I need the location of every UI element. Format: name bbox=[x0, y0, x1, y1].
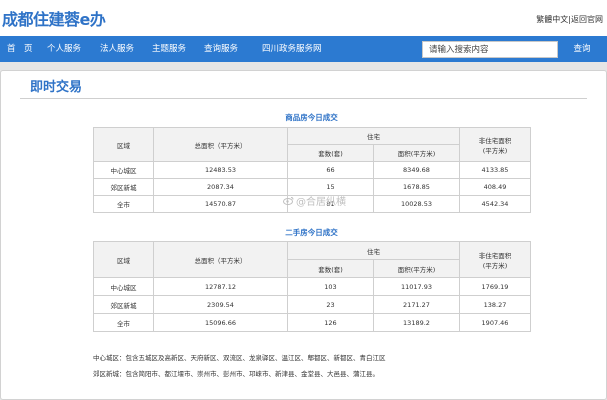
language-links: 繁體中文|返回官网 bbox=[536, 14, 603, 25]
cell-units: 66 bbox=[287, 161, 374, 179]
cell-non-residential: 1907.46 bbox=[459, 313, 531, 332]
cell-non-residential: 4542.34 bbox=[459, 195, 531, 213]
title-divider bbox=[20, 98, 587, 99]
cell-area: 8349.68 bbox=[373, 161, 460, 179]
header-non-residential: 非住宅面积 (平方米) bbox=[459, 241, 531, 278]
new-housing-title: 商品房今日成交 bbox=[285, 113, 338, 122]
traditional-chinese-link[interactable]: 繁體中文 bbox=[536, 15, 568, 24]
header-region: 区域 bbox=[93, 127, 154, 162]
nav-item-topic-service[interactable]: 主题服务 bbox=[152, 36, 186, 62]
weibo-icon bbox=[283, 196, 294, 208]
nav-item-home[interactable]: 首 页 bbox=[7, 36, 33, 62]
cell-non-residential: 4133.85 bbox=[459, 161, 531, 179]
second-hand-title: 二手房今日成交 bbox=[285, 228, 338, 237]
cell-total-area: 14570.87 bbox=[153, 195, 288, 213]
table-header-row: 区域 总面积（平方米） 住宅 非住宅面积 (平方米) bbox=[93, 241, 531, 278]
nav-item-corporate-service[interactable]: 法人服务 bbox=[100, 36, 134, 62]
table-row: 中心城区 12787.12 103 11017.93 1769.19 bbox=[93, 277, 531, 296]
cell-area: 10028.53 bbox=[373, 195, 460, 213]
header-area: 面积(平方米) bbox=[373, 259, 460, 278]
cell-region: 郊区新城 bbox=[93, 178, 154, 196]
header-residential: 住宅 bbox=[287, 127, 460, 145]
cell-region: 全市 bbox=[93, 313, 154, 332]
cell-non-residential: 138.27 bbox=[459, 295, 531, 314]
return-official-site-link[interactable]: 返回官网 bbox=[571, 15, 603, 24]
cell-non-residential: 1769.19 bbox=[459, 277, 531, 296]
note-suburban-district: 郊区新城：包含简阳市、都江堰市、崇州市、彭州市、邛崃市、新津县、金堂县、大邑县、… bbox=[93, 370, 379, 378]
table-header-row: 区域 总面积（平方米） 住宅 非住宅面积 (平方米) bbox=[93, 127, 531, 162]
cell-region: 中心城区 bbox=[93, 161, 154, 179]
header-total-area: 总面积（平方米） bbox=[153, 127, 288, 162]
watermark: @合居纵横 bbox=[283, 193, 346, 208]
header-non-residential: 非住宅面积 (平方米) bbox=[459, 127, 531, 162]
header-units: 套数(套) bbox=[287, 259, 374, 278]
page-title: 即时交易 bbox=[30, 80, 83, 95]
second-hand-table: 区域 总面积（平方米） 住宅 非住宅面积 (平方米) 套数(套) 面积(平方米)… bbox=[93, 241, 531, 332]
cell-units: 103 bbox=[287, 277, 374, 296]
header-units: 套数(套) bbox=[287, 144, 374, 162]
nav-item-personal-service[interactable]: 个人服务 bbox=[47, 36, 81, 62]
header-total-area: 总面积（平方米） bbox=[153, 241, 288, 278]
cell-total-area: 15096.66 bbox=[153, 313, 288, 332]
cell-area: 11017.93 bbox=[373, 277, 460, 296]
cell-region: 全市 bbox=[93, 195, 154, 213]
header-region: 区域 bbox=[93, 241, 154, 278]
cell-total-area: 2309.54 bbox=[153, 295, 288, 314]
cell-non-residential: 408.49 bbox=[459, 178, 531, 196]
note-central-district: 中心城区：包含五城区及高新区、天府新区、双流区、龙泉驿区、温江区、郫都区、新都区… bbox=[93, 354, 386, 362]
cell-area: 2171.27 bbox=[373, 295, 460, 314]
nav-item-query-service[interactable]: 查询服务 bbox=[204, 36, 238, 62]
header-non-residential-line1: 非住宅面积 bbox=[478, 251, 512, 260]
table-row: 郊区新城 2309.54 23 2171.27 138.27 bbox=[93, 295, 531, 314]
cell-units: 23 bbox=[287, 295, 374, 314]
header-area: 面积(平方米) bbox=[373, 144, 460, 162]
search-input[interactable] bbox=[422, 41, 558, 58]
cell-region: 郊区新城 bbox=[93, 295, 154, 314]
cell-total-area: 12483.53 bbox=[153, 161, 288, 179]
nav-item-sichuan-gov-portal[interactable]: 四川政务服务网 bbox=[262, 36, 322, 62]
header-non-residential-line1: 非住宅面积 bbox=[478, 136, 512, 145]
cell-area: 1678.85 bbox=[373, 178, 460, 196]
cell-area: 13189.2 bbox=[373, 313, 460, 332]
site-logo[interactable]: 成都住建蓉e办 bbox=[2, 6, 106, 30]
table-row: 全市 15096.66 126 13189.2 1907.46 bbox=[93, 313, 531, 332]
cell-total-area: 12787.12 bbox=[153, 277, 288, 296]
search-button[interactable]: 查询 bbox=[562, 41, 602, 58]
cell-units: 126 bbox=[287, 313, 374, 332]
cell-total-area: 2087.34 bbox=[153, 178, 288, 196]
table-row: 中心城区 12483.53 66 8349.68 4133.85 bbox=[93, 161, 531, 179]
watermark-text: @合居纵横 bbox=[296, 197, 346, 208]
header-non-residential-line2: (平方米) bbox=[482, 261, 508, 270]
header-residential: 住宅 bbox=[287, 241, 460, 260]
header-non-residential-line2: (平方米) bbox=[482, 146, 508, 155]
cell-region: 中心城区 bbox=[93, 277, 154, 296]
